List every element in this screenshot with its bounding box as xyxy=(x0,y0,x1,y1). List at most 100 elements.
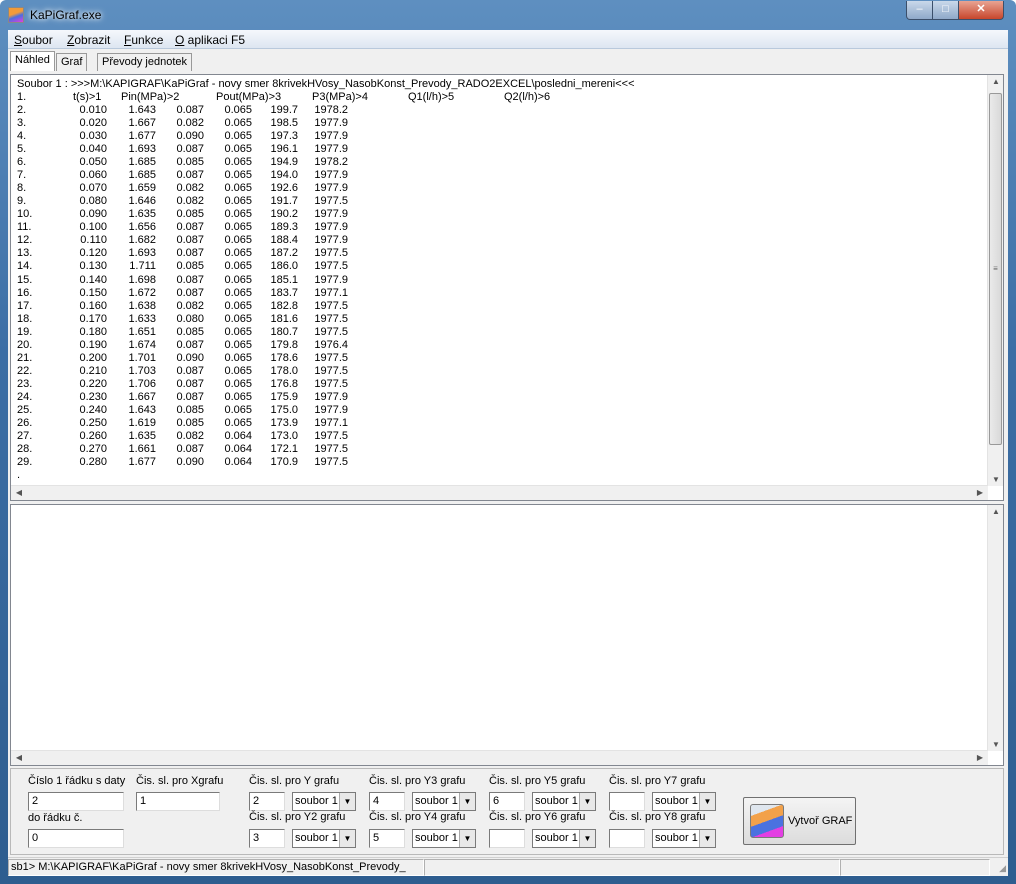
row-number: 4. xyxy=(17,130,27,143)
y6-file-value: soubor 1 xyxy=(535,832,578,844)
chevron-down-icon[interactable]: ▼ xyxy=(579,793,595,810)
cell-value: 1.701 xyxy=(128,351,156,364)
vertical-scrollbar[interactable]: ▲ ≡ ▼ xyxy=(987,75,1003,486)
graph-output-area[interactable]: ▲ ▼ ◀ ▶ xyxy=(10,504,1004,766)
minimize-button[interactable]: ‒ xyxy=(906,1,933,20)
status-path: sb1> M:\KAPIGRAF\KaPiGraf - novy smer 8k… xyxy=(8,859,424,876)
chevron-down-icon[interactable]: ▼ xyxy=(339,830,355,847)
row-number: 27. xyxy=(17,430,33,442)
create-graph-label: Vytvoř GRAF xyxy=(788,815,853,827)
y8-column-input[interactable] xyxy=(609,829,645,848)
tab-graf[interactable]: Graf xyxy=(56,53,88,71)
data-row: 9. 0.080 1.646 0.082 0.065 191.7 1977.5 xyxy=(17,195,417,208)
data-row: 5. 0.040 1.693 0.087 0.065 196.1 1977.9 xyxy=(17,143,417,156)
cell-value: 0.140 xyxy=(79,273,107,286)
cell-value: 1.661 xyxy=(128,443,156,456)
close-button[interactable]: ✕ xyxy=(958,1,1004,20)
y1-file-select[interactable]: soubor 1 ▼ xyxy=(292,792,356,811)
chevron-down-icon[interactable]: ▼ xyxy=(339,793,355,810)
y4-column-input[interactable]: 5 xyxy=(369,829,405,848)
cell-value: 0.065 xyxy=(224,130,252,143)
y1-column-input[interactable]: 2 xyxy=(249,792,285,811)
scroll-left-arrow[interactable]: ◀ xyxy=(11,488,27,497)
scroll-up-arrow[interactable]: ▲ xyxy=(988,507,1003,516)
row-number: 19. xyxy=(17,325,33,338)
cell-value: 1.672 xyxy=(128,286,156,299)
y7-file-select[interactable]: soubor 1 ▼ xyxy=(652,792,716,811)
chevron-down-icon[interactable]: ▼ xyxy=(699,830,715,847)
chevron-down-icon[interactable]: ▼ xyxy=(459,830,475,847)
menu-funkce[interactable]: Funkce xyxy=(124,33,163,47)
data-row: 19. 0.180 1.651 0.085 0.065 180.7 1977.5 xyxy=(17,326,417,339)
cell-value: 0.065 xyxy=(224,338,252,351)
cell-value: 0.064 xyxy=(224,456,252,469)
scroll-down-arrow[interactable]: ▼ xyxy=(988,475,1003,484)
horizontal-scrollbar[interactable]: ◀ ▶ xyxy=(11,485,988,500)
column-header: Q2(l/h)>6 xyxy=(504,91,551,103)
to-row-input[interactable]: 0 xyxy=(28,829,124,848)
create-graph-button[interactable]: Vytvoř GRAF xyxy=(743,797,856,845)
scroll-thumb[interactable]: ≡ xyxy=(989,93,1002,445)
resize-grip-icon[interactable]: ◢ xyxy=(999,863,1006,874)
cell-value: 173.9 xyxy=(270,416,298,429)
y5-file-select[interactable]: soubor 1 ▼ xyxy=(532,792,596,811)
y5-column-label: Čis. sl. pro Y5 grafu xyxy=(489,775,586,787)
scroll-right-arrow[interactable]: ▶ xyxy=(972,753,988,762)
y6-file-select[interactable]: soubor 1 ▼ xyxy=(532,829,596,848)
menu-soubor[interactable]: Soubor xyxy=(14,33,53,47)
cell-value: 0.090 xyxy=(176,456,204,469)
scroll-up-arrow[interactable]: ▲ xyxy=(988,77,1003,86)
first-row-input[interactable]: 2 xyxy=(28,792,124,811)
y2-column-input[interactable]: 3 xyxy=(249,829,285,848)
scroll-right-arrow[interactable]: ▶ xyxy=(972,488,988,497)
cell-value: 0.087 xyxy=(176,443,204,456)
tab-nahled[interactable]: Náhled xyxy=(10,51,55,71)
y4-file-select[interactable]: soubor 1 ▼ xyxy=(412,829,476,848)
horizontal-scrollbar-2[interactable]: ◀ ▶ xyxy=(11,750,988,765)
y7-column-input[interactable] xyxy=(609,792,645,811)
cell-value: 1.674 xyxy=(128,338,156,351)
y3-file-select[interactable]: soubor 1 ▼ xyxy=(412,792,476,811)
cell-value: 0.065 xyxy=(224,377,252,390)
y5-file-value: soubor 1 xyxy=(535,795,578,807)
menu-o-aplikaci[interactable]: O aplikaci F5 xyxy=(175,33,245,47)
cell-value: 0.190 xyxy=(79,338,107,351)
chevron-down-icon[interactable]: ▼ xyxy=(579,830,595,847)
y3-column-input[interactable]: 4 xyxy=(369,792,405,811)
chevron-down-icon[interactable]: ▼ xyxy=(699,793,715,810)
cell-value: 0.065 xyxy=(224,221,252,234)
y5-column-input[interactable]: 6 xyxy=(489,792,525,811)
y7-file-value: soubor 1 xyxy=(655,795,698,807)
cell-value: 1977.9 xyxy=(314,169,348,182)
cell-value: 1976.4 xyxy=(314,338,348,351)
y6-column-input[interactable] xyxy=(489,829,525,848)
y8-file-select[interactable]: soubor 1 ▼ xyxy=(652,829,716,848)
maximize-button[interactable]: □ xyxy=(932,1,959,20)
scroll-down-arrow[interactable]: ▼ xyxy=(988,740,1003,749)
cell-value: 0.220 xyxy=(79,377,107,390)
row-number: 20. xyxy=(17,338,33,351)
chevron-down-icon[interactable]: ▼ xyxy=(459,793,475,810)
cell-value: 0.040 xyxy=(79,143,107,156)
vertical-scrollbar-2[interactable]: ▲ ▼ xyxy=(987,505,1003,751)
scroll-left-arrow[interactable]: ◀ xyxy=(11,753,27,762)
y2-file-select[interactable]: soubor 1 ▼ xyxy=(292,829,356,848)
cell-value: 0.130 xyxy=(79,260,107,273)
cell-value: 173.0 xyxy=(270,430,298,442)
cell-value: 0.060 xyxy=(79,169,107,182)
cell-value: 0.120 xyxy=(79,247,107,260)
preview-text-area[interactable]: Soubor 1 : >>>M:\KAPIGRAF\KaPiGraf - nov… xyxy=(10,74,1004,501)
cell-value: 172.1 xyxy=(270,443,298,456)
cell-value: 191.7 xyxy=(270,195,298,208)
data-row: 10. 0.090 1.635 0.085 0.065 190.2 1977.9 xyxy=(17,208,417,221)
cell-value: 1977.5 xyxy=(314,260,348,273)
x-column-input[interactable]: 1 xyxy=(136,792,220,811)
row-number: 11. xyxy=(17,221,32,234)
cell-value: 1.693 xyxy=(128,143,156,156)
tab-prevody-jednotek[interactable]: Převody jednotek xyxy=(97,53,192,71)
menu-zobrazit[interactable]: Zobrazit xyxy=(67,33,110,47)
cell-value: 1.635 xyxy=(128,430,156,442)
header-num: 1. xyxy=(17,91,27,103)
cell-value: 196.1 xyxy=(270,143,298,156)
cell-value: 198.5 xyxy=(270,117,298,130)
